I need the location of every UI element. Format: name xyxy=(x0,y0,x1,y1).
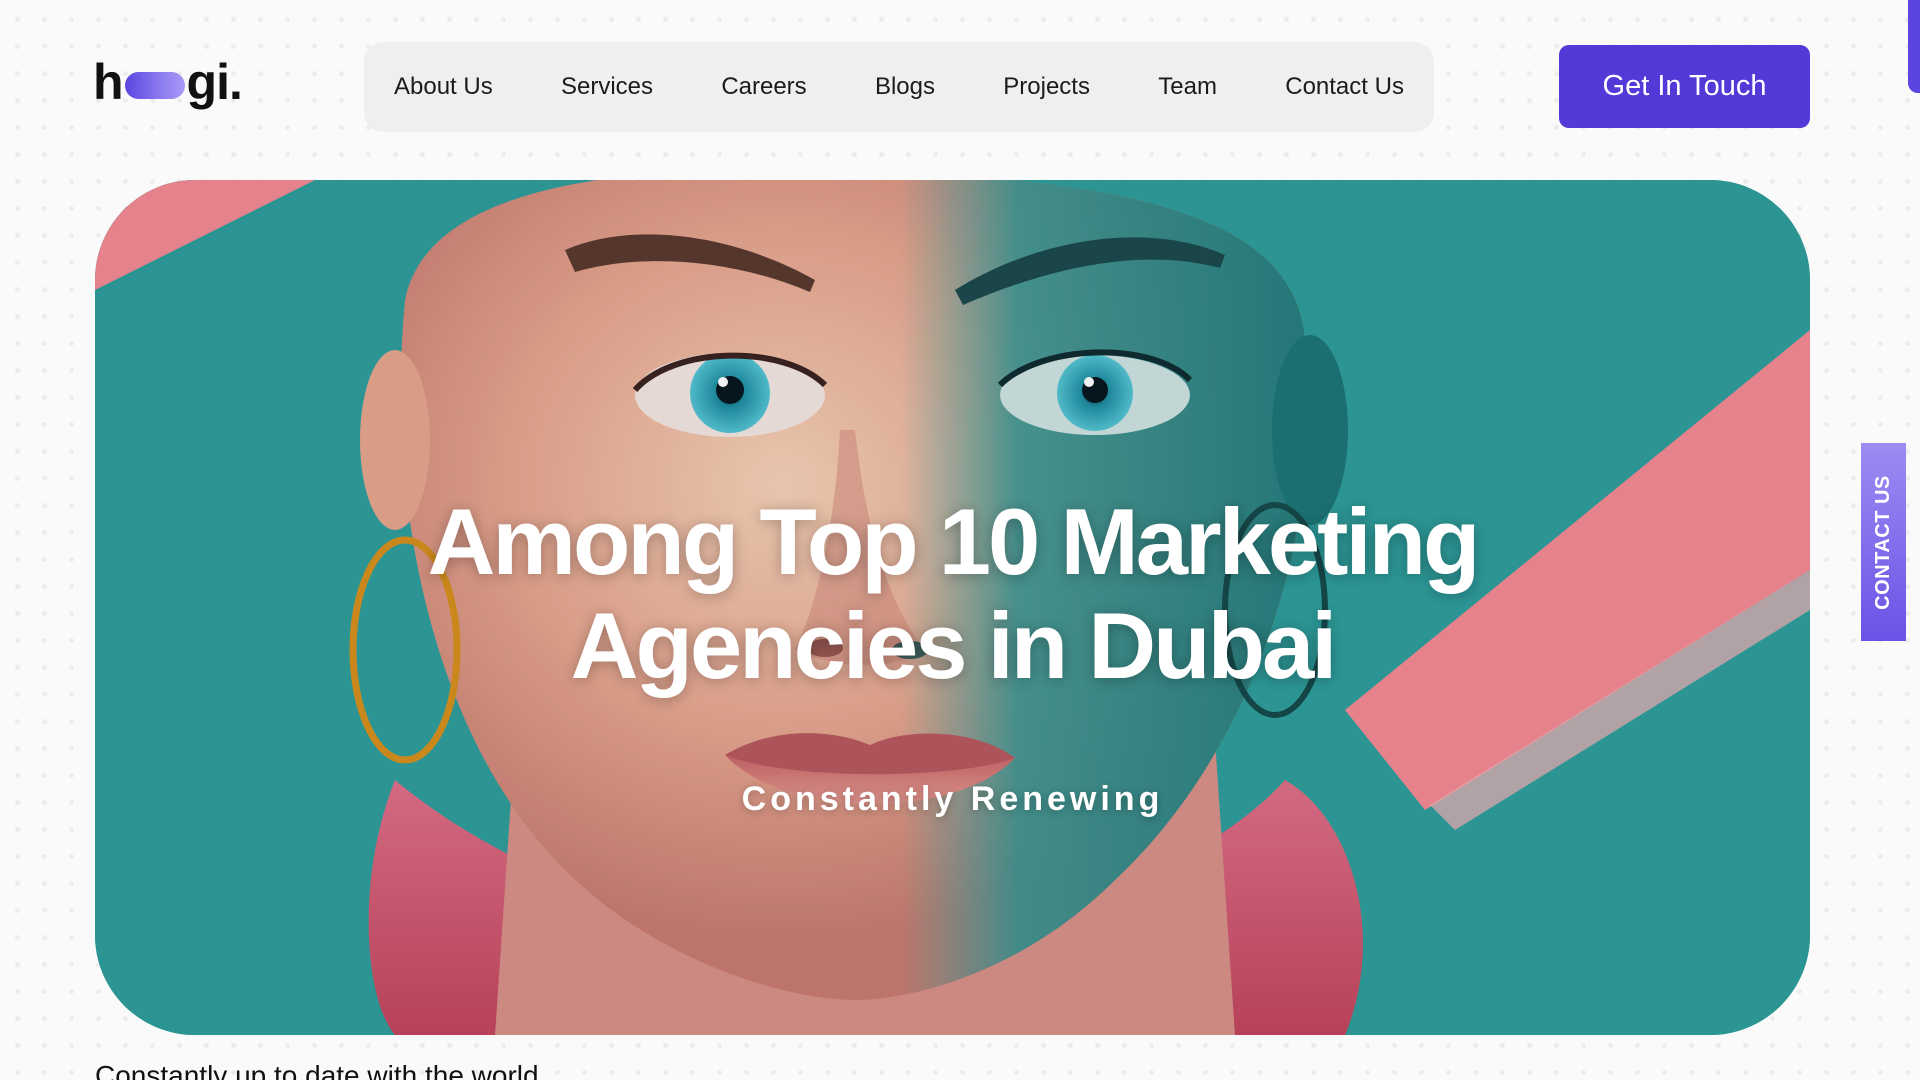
nav-item-blogs[interactable]: Blogs xyxy=(875,73,935,101)
side-contact-tab-label: CONTACT US xyxy=(1872,474,1894,610)
nav-item-about-us[interactable]: About Us xyxy=(394,73,493,101)
brand-logo[interactable]: h gi. xyxy=(93,54,243,110)
nav-item-services[interactable]: Services xyxy=(561,73,653,101)
nav-item-projects[interactable]: Projects xyxy=(1003,73,1090,101)
hero-title-line-2: Agencies in Dubai xyxy=(570,593,1338,698)
hero-banner: Among Top 10 Marketing Agencies in Dubai… xyxy=(95,180,1810,1035)
side-contact-tab[interactable]: CONTACT US xyxy=(1861,443,1906,641)
hero-subtitle: Constantly Renewing xyxy=(741,780,1164,818)
logo-text-left: h xyxy=(93,54,124,110)
nav-item-team[interactable]: Team xyxy=(1158,73,1217,101)
main-navigation: About Us Services Careers Blogs Projects… xyxy=(364,42,1434,132)
edge-accent-bar xyxy=(1908,0,1920,93)
logo-text-right: gi. xyxy=(186,54,243,110)
logo-pill-icon xyxy=(124,71,185,99)
nav-item-careers[interactable]: Careers xyxy=(721,73,806,101)
hero-title: Among Top 10 Marketing Agencies in Dubai xyxy=(95,490,1810,698)
get-in-touch-button[interactable]: Get In Touch xyxy=(1559,45,1810,128)
nav-item-contact-us[interactable]: Contact Us xyxy=(1285,73,1404,101)
section-tagline: Constantly up to date with the world xyxy=(95,1060,539,1080)
hero-title-line-1: Among Top 10 Marketing xyxy=(427,489,1481,594)
